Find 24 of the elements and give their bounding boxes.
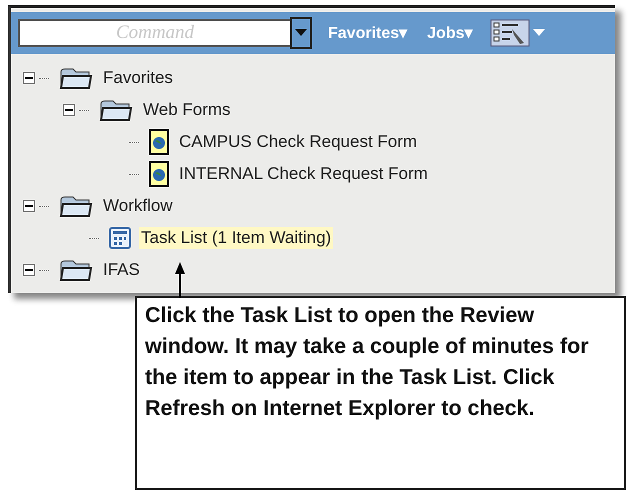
folder-icon	[59, 258, 93, 282]
collapse-toggle[interactable]	[63, 104, 75, 116]
caret-icon	[295, 29, 307, 37]
tree-item[interactable]: Favorites	[101, 67, 175, 89]
collapse-toggle[interactable]	[23, 72, 35, 84]
web-form-icon	[149, 129, 169, 155]
arrow	[175, 262, 185, 298]
collapse-toggle[interactable]	[23, 200, 35, 212]
tree-item[interactable]: INTERNAL Check Request Form	[177, 163, 430, 185]
collapse-toggle[interactable]	[23, 264, 35, 276]
web-form-icon	[149, 161, 169, 187]
tree-item[interactable]: IFAS	[101, 259, 142, 281]
tree-item[interactable]: Task List (1 Item Waiting)	[139, 227, 334, 249]
folder-icon	[59, 194, 93, 218]
folder-icon	[59, 66, 93, 90]
folder-icon	[99, 98, 133, 122]
checklist-icon[interactable]	[490, 19, 530, 47]
tree-item[interactable]: Workflow	[101, 195, 175, 217]
dropdown-button[interactable]	[290, 17, 312, 49]
caret-icon[interactable]	[533, 29, 546, 37]
callout-text: Click the Task List to open the Review window. It may take a couple of minutes for the item to appear in the Task List. Click Refresh on Internet Explorer to check.	[135, 296, 626, 490]
tree-item[interactable]: Web Forms	[141, 99, 233, 121]
calendar-icon	[109, 227, 131, 249]
tree-item[interactable]: CAMPUS Check Request Form	[177, 131, 420, 153]
